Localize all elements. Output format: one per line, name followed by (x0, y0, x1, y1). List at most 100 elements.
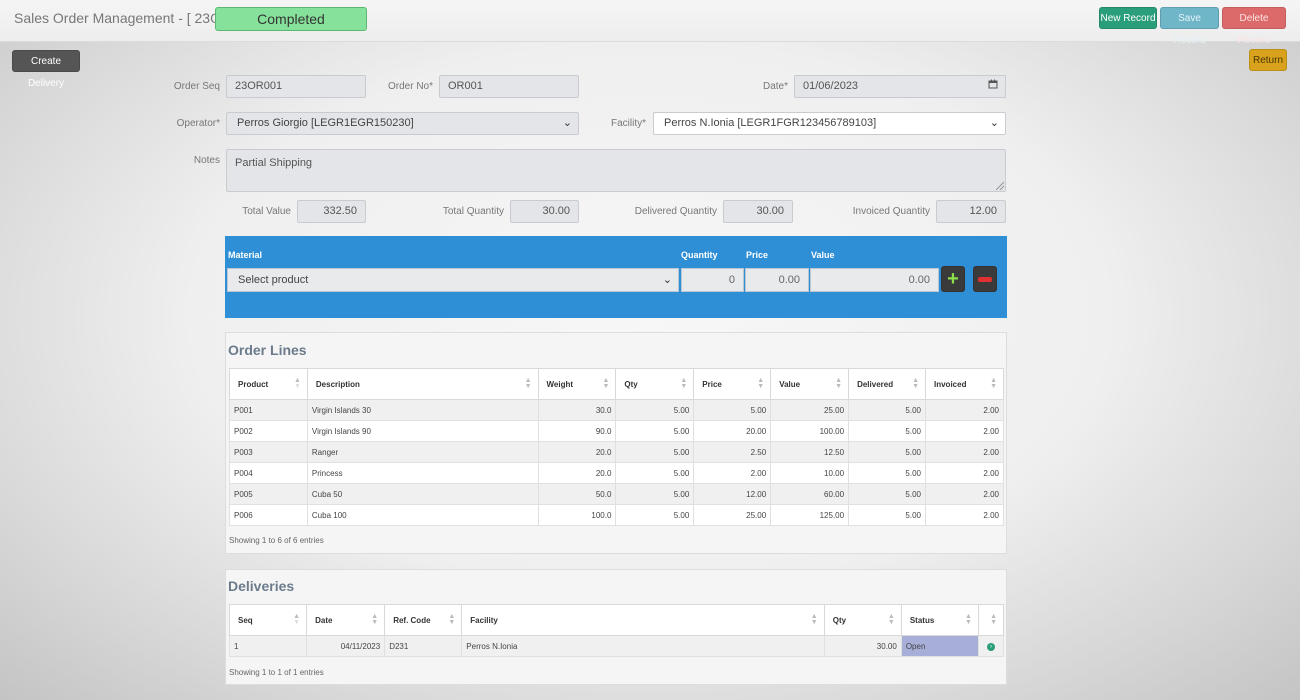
operator-select[interactable]: Perros Giorgio [LEGR1EGR150230] ⌄ (226, 112, 579, 135)
remove-line-button[interactable] (973, 266, 997, 292)
cell-invoiced: 2.00 (925, 462, 1004, 484)
order-lines-info: Showing 1 to 6 of 6 entries (229, 536, 324, 545)
column-header-ref-code[interactable]: Ref. Code ▲ ▼ (384, 604, 463, 636)
cell-price: 2.50 (693, 441, 772, 463)
deliveries-title: Deliveries (228, 578, 295, 594)
material-value: Select product (238, 274, 309, 286)
column-header-date[interactable]: Date ▲ ▼ (306, 604, 386, 636)
operator-label: Operator* (176, 118, 220, 129)
total-value-label: Total Value (242, 206, 291, 217)
facility-select[interactable]: Perros N.Ionia [LEGR1FGR123456789103] ⌄ (653, 112, 1006, 135)
table-row[interactable]: 1 04/11/2023 D231 Perros N.Ionia 30.00 O… (228, 635, 1005, 657)
invoiced-quantity-field: 12.00 (936, 200, 1006, 223)
sort-icon: ▲ ▼ (757, 377, 765, 390)
cell-value: 100.00 (770, 420, 850, 442)
column-header-weight[interactable]: Weight ▲ ▼ (537, 368, 617, 400)
cell-product: P004 (229, 462, 308, 484)
quantity-header: Quantity (681, 250, 718, 260)
column-header-delivered[interactable]: Delivered ▲ ▼ (848, 368, 926, 400)
order-lines-table: Product ▲ ▼ Description ▲ ▼ Weight ▲ ▼ Qty ▲ ▼ P… (229, 368, 1004, 526)
facility-label: Facility* (610, 118, 646, 129)
cell-delivered: 5.00 (848, 399, 926, 421)
cell-qty: 5.00 (615, 483, 695, 505)
return-button[interactable]: Return (1249, 49, 1287, 71)
save-record-button[interactable]: Save Record (1160, 7, 1219, 46)
cell-value: 125.00 (770, 504, 850, 526)
cell-price: 25.00 (693, 504, 772, 526)
cell-ref-code: D231 (384, 635, 463, 657)
resize-handle-icon[interactable] (996, 182, 1004, 190)
order-seq-label: Order Seq (173, 81, 220, 92)
cell-weight: 100.0 (537, 504, 617, 526)
table-row[interactable]: P002 Virgin Islands 90 90.0 5.00 20.00 1… (229, 420, 1004, 442)
column-header-status[interactable]: Status ▲ ▼ (900, 604, 979, 636)
cell-description: Virgin Islands 90 (306, 420, 539, 442)
notes-textarea[interactable]: Partial Shipping (226, 149, 1006, 192)
table-row[interactable]: P001 Virgin Islands 30 30.0 5.00 5.00 25… (229, 399, 1004, 421)
column-header-description[interactable]: Description ▲ ▼ (306, 368, 539, 400)
total-value-field: 332.50 (297, 200, 366, 223)
table-row[interactable]: P003 Ranger 20.0 5.00 2.50 12.50 5.00 2.… (229, 441, 1004, 463)
cell-seq: 1 (228, 635, 308, 657)
new-record-button[interactable]: New Record (1099, 7, 1157, 29)
order-lines-panel: Order Lines Product ▲ ▼ Description ▲ ▼ Weig… (225, 332, 1007, 554)
material-select[interactable]: Select product ⌄ (227, 268, 679, 292)
column-header-qty[interactable]: Qty ▲ ▼ (615, 368, 695, 400)
cell-weight: 50.0 (537, 483, 617, 505)
cell-description: Cuba 100 (306, 504, 539, 526)
price-header: Price (746, 250, 769, 260)
date-label: Date* (762, 81, 788, 92)
column-header-seq[interactable]: Seq ▲ ▼ (228, 604, 308, 636)
sort-icon: ▲ ▼ (680, 377, 688, 390)
cell-facility: Perros N.Ionia (461, 635, 825, 657)
order-no-field[interactable]: OR001 (439, 75, 579, 98)
sort-icon: ▲ ▼ (964, 613, 972, 626)
sort-icon: ▲ ▼ (602, 377, 610, 390)
cell-date: 04/11/2023 (306, 635, 386, 657)
deliveries-table: Seq ▲ ▼ Date ▲ ▼ Ref. Code ▲ ▼ Facility ▲ ▼ Qty ▲… (228, 604, 1005, 657)
price-input[interactable]: 0.00 (745, 268, 809, 292)
notes-label: Notes (193, 155, 220, 166)
quantity-input[interactable]: 0 (681, 268, 744, 292)
cell-delivered: 5.00 (848, 483, 926, 505)
cell-product: P002 (229, 420, 308, 442)
sort-icon: ▲ ▼ (810, 613, 818, 626)
material-header: Material (228, 250, 263, 260)
deliveries-panel: Deliveries Seq ▲ ▼ Date ▲ ▼ Ref. Code ▲ ▼ Faci… (225, 569, 1007, 685)
sort-icon: ▲ ▼ (293, 613, 301, 626)
create-delivery-button[interactable]: Create Delivery (12, 50, 80, 89)
calendar-icon[interactable] (981, 75, 1006, 98)
cell-qty: 5.00 (615, 504, 695, 526)
column-header-invoiced[interactable]: Invoiced ▲ ▼ (925, 368, 1004, 400)
cell-weight: 30.0 (537, 399, 617, 421)
cell-qty: 5.00 (615, 420, 695, 442)
sort-icon: ▲ ▼ (887, 613, 895, 626)
date-field[interactable]: 01/06/2023 (794, 75, 982, 98)
sort-icon: ▲ ▼ (835, 377, 843, 390)
column-header-facility[interactable]: Facility ▲ ▼ (461, 604, 825, 636)
add-line-button[interactable]: + (941, 266, 965, 292)
cell-action[interactable]: › (977, 635, 1005, 657)
column-header-action[interactable]: ▲ ▼ (977, 604, 1005, 636)
table-row[interactable]: P005 Cuba 50 50.0 5.00 12.00 60.00 5.00 … (229, 483, 1004, 505)
cell-delivered: 5.00 (848, 441, 926, 463)
sort-icon: ▲ ▼ (371, 613, 379, 626)
delete-record-button[interactable]: Delete Record (1222, 7, 1286, 46)
cell-weight: 20.0 (537, 462, 617, 484)
column-header-price[interactable]: Price ▲ ▼ (693, 368, 772, 400)
order-seq-field[interactable]: 23OR001 (226, 75, 366, 98)
operator-value: Perros Giorgio [LEGR1EGR150230] (237, 117, 414, 129)
deliveries-info: Showing 1 to 1 of 1 entries (229, 668, 324, 677)
total-quantity-label: Total Quantity (442, 206, 504, 217)
cell-description: Princess (306, 462, 539, 484)
column-header-product[interactable]: Product ▲ ▼ (229, 368, 308, 400)
sort-icon: ▲ ▼ (912, 377, 919, 390)
table-row[interactable]: P004 Princess 20.0 5.00 2.00 10.00 5.00 … (229, 462, 1004, 484)
cell-value: 25.00 (770, 399, 850, 421)
cell-status: Open (900, 635, 979, 657)
column-header-qty[interactable]: Qty ▲ ▼ (823, 604, 902, 636)
table-row[interactable]: P006 Cuba 100 100.0 5.00 25.00 125.00 5.… (229, 504, 1004, 526)
column-header-value[interactable]: Value ▲ ▼ (770, 368, 850, 400)
value-input[interactable]: 0.00 (810, 268, 939, 292)
arrow-circle-icon[interactable]: › (986, 643, 995, 651)
